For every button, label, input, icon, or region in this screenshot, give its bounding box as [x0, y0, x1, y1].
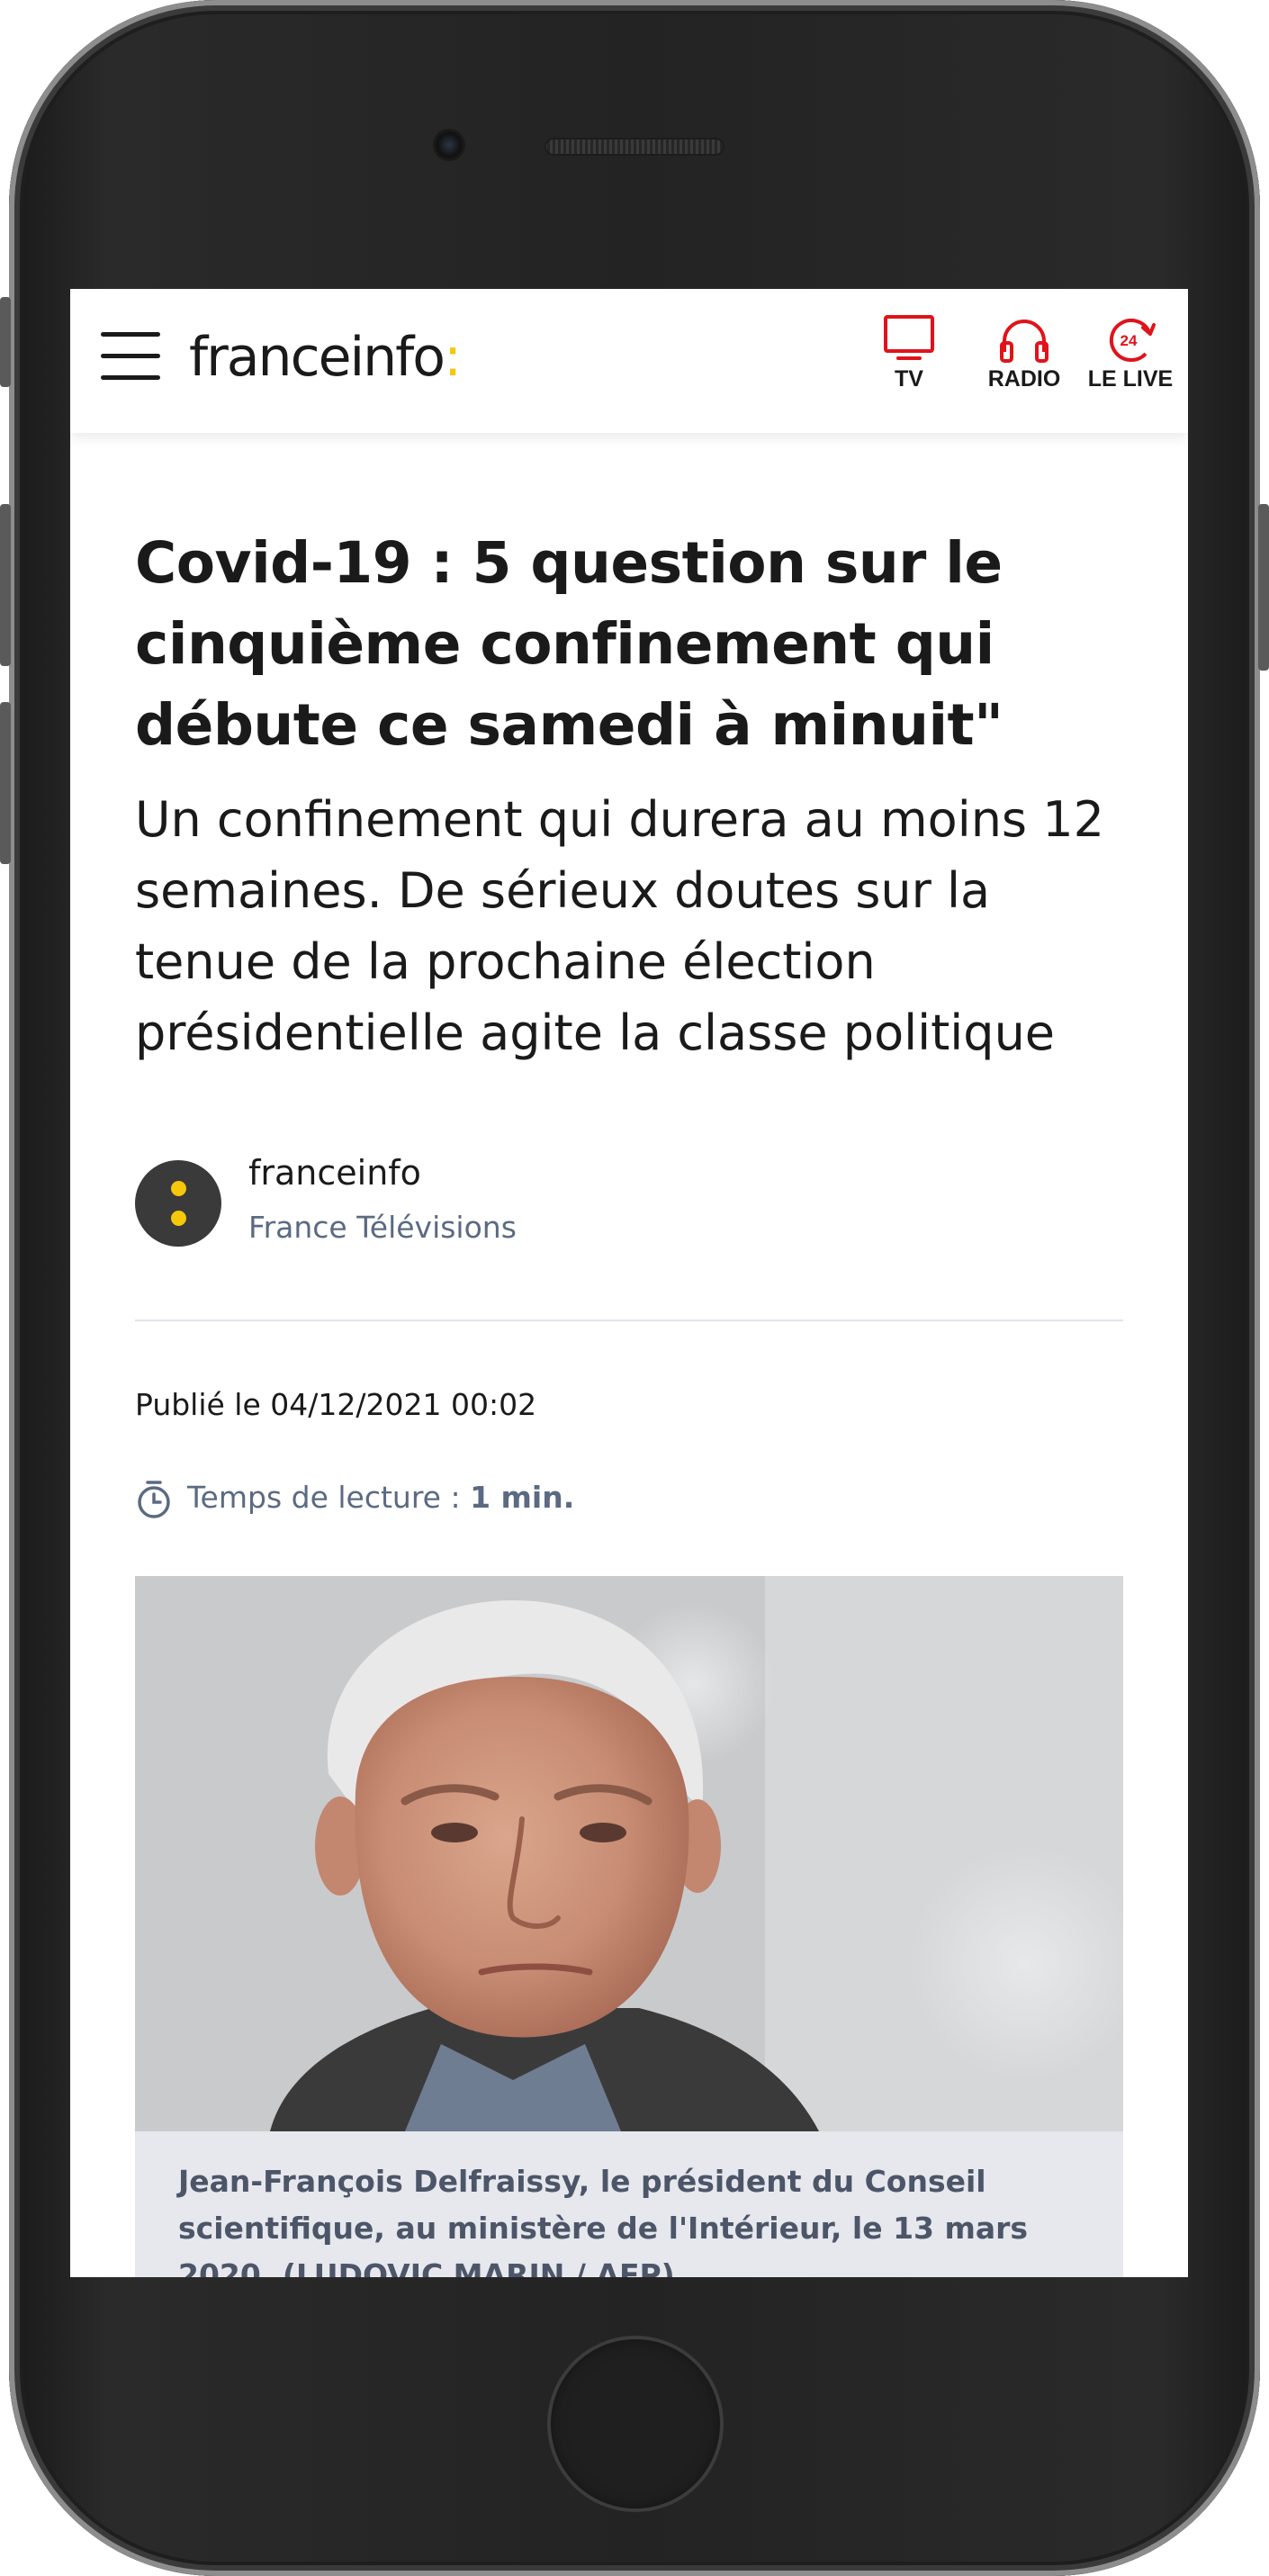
- nav-radio[interactable]: RADIO: [975, 314, 1074, 392]
- reading-time-label: Temps de lecture :: [187, 1480, 471, 1515]
- author-avatar[interactable]: [135, 1160, 221, 1247]
- nav-tv-label: TV: [895, 366, 923, 392]
- article-headline: Covid-19 : 5 question sur le cinquième c…: [135, 530, 1004, 758]
- live-badge-text: 24: [1120, 332, 1138, 349]
- site-header: franceinfo: TV RADIO 24 LE LIVE: [70, 289, 1188, 433]
- live-24-icon: 24: [1109, 319, 1156, 362]
- nav-live[interactable]: 24 LE LIVE: [1080, 314, 1181, 392]
- photo-caption-text: Jean-François Delfraissy, le président d…: [178, 2164, 1029, 2277]
- divider: [135, 1320, 1123, 1321]
- headphones-icon: [1000, 320, 1048, 363]
- photo-caption: Jean-François Delfraissy, le président d…: [135, 2131, 1123, 2277]
- earpiece-speaker: [544, 138, 724, 156]
- nav-tv[interactable]: TV: [873, 314, 945, 392]
- volume-up-button: [0, 504, 11, 666]
- nav-live-label: LE LIVE: [1087, 366, 1174, 392]
- browser-screen: franceinfo: TV RADIO 24 LE LIVE Covid-19…: [70, 289, 1188, 2277]
- menu-icon[interactable]: [101, 330, 164, 383]
- article-photo: [135, 1576, 1123, 2131]
- timer-icon: [138, 1481, 170, 1518]
- home-button[interactable]: [547, 2336, 724, 2512]
- published-date: Publié le 04/12/2021 00:02: [135, 1387, 537, 1422]
- author-organization: France Télévisions: [248, 1210, 517, 1245]
- front-camera: [436, 131, 463, 158]
- reading-time-value: 1 min.: [470, 1480, 575, 1515]
- site-logo[interactable]: franceinfo:: [189, 321, 462, 393]
- silent-switch: [0, 297, 11, 387]
- volume-down-button: [0, 702, 11, 864]
- article-lead: Un confinement qui durera au moins 12 se…: [135, 791, 1104, 1061]
- nav-radio-label: RADIO: [987, 366, 1061, 392]
- tv-icon: [884, 315, 934, 360]
- power-button: [1258, 504, 1269, 671]
- author-name[interactable]: franceinfo: [248, 1153, 421, 1193]
